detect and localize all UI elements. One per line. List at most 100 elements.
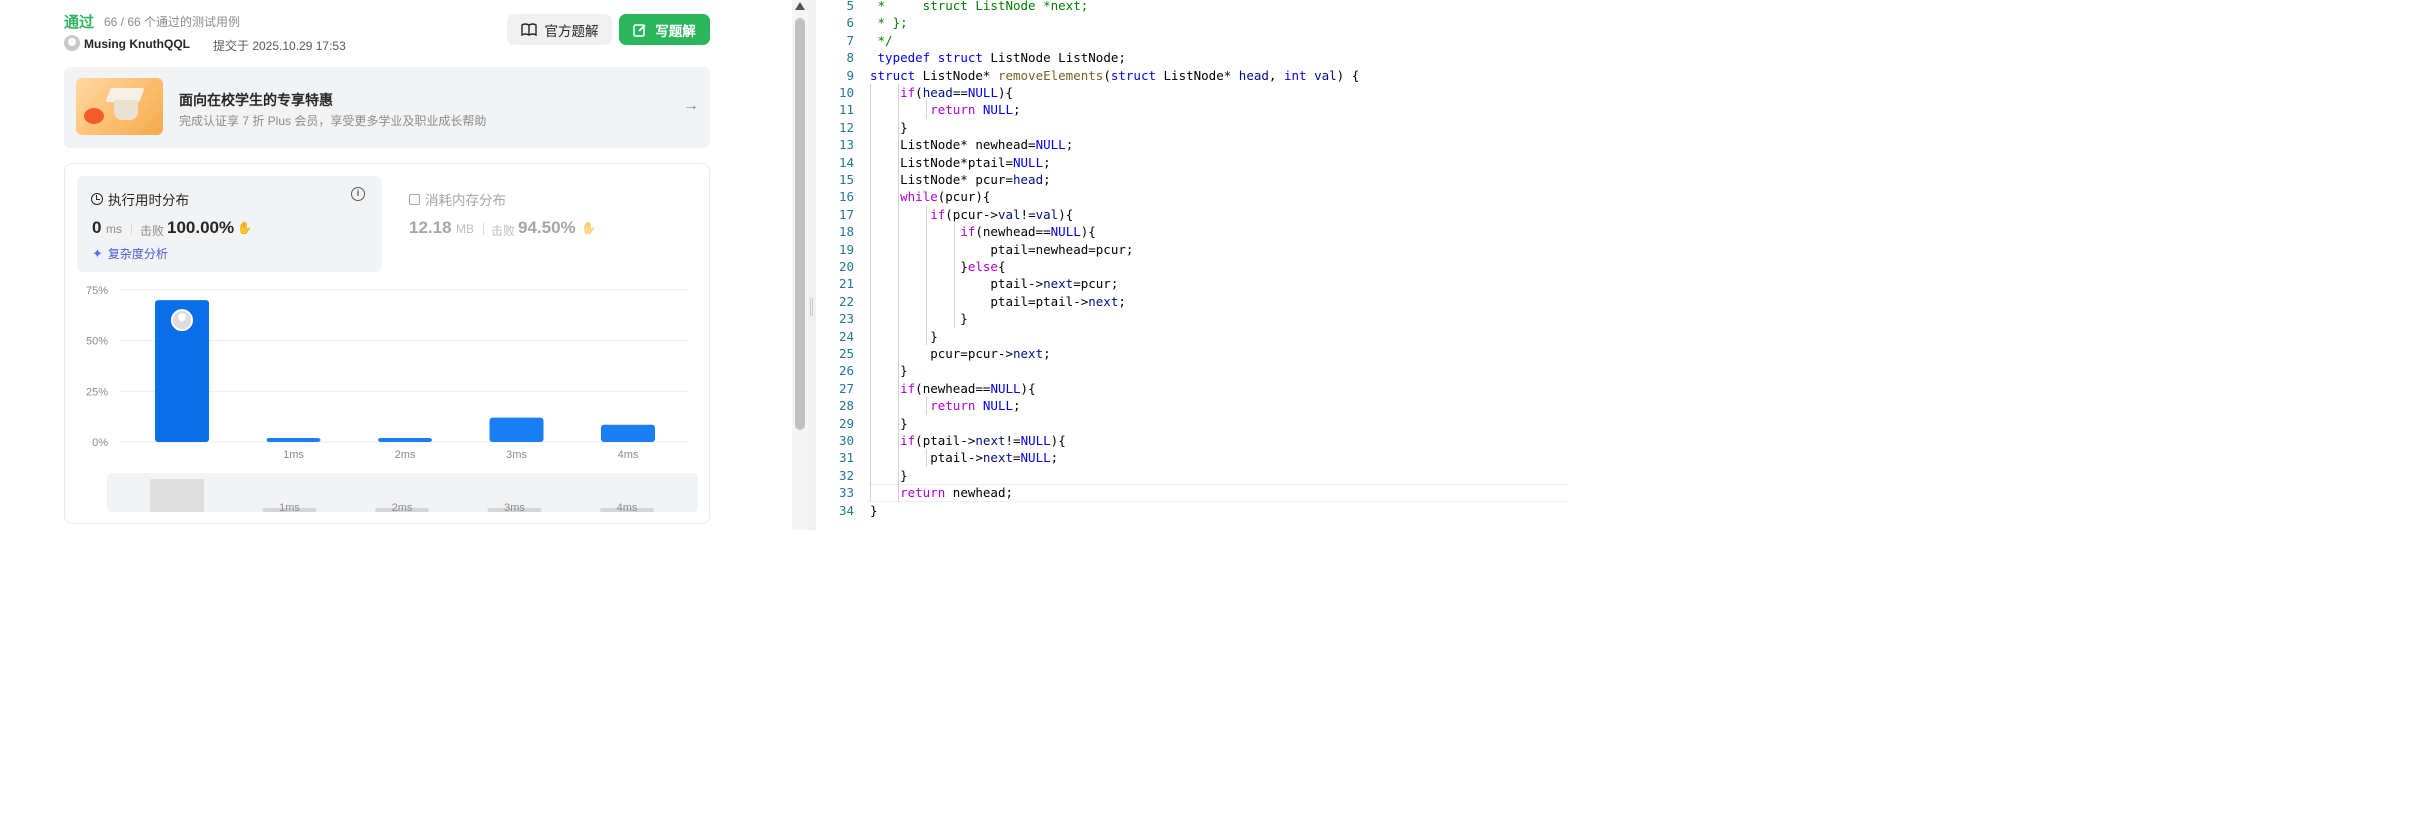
memory-tab[interactable]: 消耗内存分布 <box>409 189 506 209</box>
code-line[interactable]: 9 struct ListNode* removeElements(struct … <box>816 67 1568 84</box>
code-line[interactable]: 16 while(pcur){ <box>816 188 1568 205</box>
info-icon[interactable]: i <box>351 187 365 201</box>
line-number: 12 <box>838 119 854 135</box>
scroll-up-icon[interactable] <box>795 2 805 10</box>
code-line[interactable]: 34} <box>816 502 1568 519</box>
code-text: } <box>870 363 908 379</box>
code-line[interactable]: 17 if(pcur->val!=val){ <box>816 206 1568 223</box>
runtime-title-label: 执行用时分布 <box>108 193 189 208</box>
code-line[interactable]: 10 if(head==NULL){ <box>816 84 1568 101</box>
code-text: ListNode* newhead=NULL; <box>870 137 1074 153</box>
line-number: 17 <box>838 206 854 222</box>
code-line[interactable]: 20 }else{ <box>816 258 1568 275</box>
code-line[interactable]: 28 return NULL; <box>816 397 1568 414</box>
user-avatar-head <box>178 313 186 322</box>
chart-bar <box>489 417 544 442</box>
code-line[interactable]: 6 * }; <box>816 14 1568 31</box>
line-number: 27 <box>838 380 854 396</box>
line-number: 5 <box>846 0 854 13</box>
code-line[interactable]: 32 } <box>816 467 1568 484</box>
code-line[interactable]: 31 ptail->next=NULL; <box>816 449 1568 466</box>
clap-icon: ✋ <box>581 221 596 235</box>
official-solution-button[interactable]: 官方题解 <box>507 14 612 45</box>
complexity-analysis-link[interactable]: ✦ 复杂度分析 <box>92 245 168 262</box>
code-text: while(pcur){ <box>900 189 991 205</box>
line-number: 16 <box>838 189 854 205</box>
complexity-label: 复杂度分析 <box>107 247 168 261</box>
code-line[interactable]: 5 * struct ListNode *next; <box>816 0 1568 14</box>
indent-guide <box>926 101 928 119</box>
edit-icon <box>633 23 646 37</box>
divider <box>483 223 484 235</box>
clock-icon <box>91 193 103 205</box>
code-line[interactable]: 21 ptail->next=pcur; <box>816 275 1568 292</box>
line-number: 14 <box>838 154 854 170</box>
code-text: return newhead; <box>900 485 1013 501</box>
line-number: 10 <box>838 85 854 100</box>
promo-subtitle: 完成认证享 7 折 Plus 会员，享受更多学业及职业成长帮助 <box>179 114 487 128</box>
status-label: 通过 <box>64 14 95 31</box>
code-line[interactable]: 25 pcur=pcur->next; <box>816 345 1568 362</box>
code-line[interactable]: 22 ptail=ptail->next; <box>816 293 1568 310</box>
arrow-right-icon[interactable]: → <box>683 97 699 115</box>
runtime-beat-value: 100.00% <box>167 218 235 237</box>
chart-range-minimap[interactable]: 1ms 2ms 3ms 4ms <box>107 473 698 512</box>
clap-icon: ✋ <box>237 221 252 235</box>
code-line[interactable]: 26 } <box>816 362 1568 379</box>
code-line[interactable]: 27 if(newhead==NULL){ <box>816 380 1568 397</box>
drag-handle-icon[interactable] <box>810 298 813 316</box>
code-text: if(pcur->val!=val){ <box>930 206 1074 222</box>
line-number: 29 <box>838 415 854 431</box>
submission-time: 提交于 2025.10.29 17:53 <box>213 39 346 53</box>
scrollbar-thumb[interactable] <box>795 18 805 430</box>
memory-unit: MB <box>456 222 474 236</box>
write-solution-label: 写题解 <box>655 23 696 39</box>
code-line[interactable]: 11 return NULL; <box>816 101 1568 118</box>
code-line[interactable]: 23 } <box>816 310 1568 327</box>
runtime-unit: ms <box>106 222 122 236</box>
student-promo-banner[interactable]: 面向在校学生的专享特惠 完成认证享 7 折 Plus 会员，享受更多学业及职业成… <box>64 67 710 148</box>
x-tick-label: 4ms <box>618 449 639 461</box>
author-name[interactable]: Musing KnuthQQL <box>84 37 190 51</box>
line-number: 6 <box>846 15 854 31</box>
line-number: 20 <box>838 259 854 274</box>
code-line[interactable]: 33 return newhead; <box>816 484 1568 501</box>
code-editor[interactable]: 5 * struct ListNode *next; 6 * }; 7 */8 ty… <box>816 0 1568 530</box>
runtime-title[interactable]: 执行用时分布 <box>91 189 189 209</box>
code-text: if(newhead==NULL){ <box>900 380 1036 396</box>
code-text: return NULL; <box>930 102 1021 118</box>
panel-splitter[interactable] <box>808 0 816 530</box>
code-line[interactable]: 7 */ <box>816 32 1568 49</box>
line-number: 34 <box>838 502 854 518</box>
code-text: } <box>870 467 908 483</box>
code-text: if(ptail->next!=NULL){ <box>900 433 1066 448</box>
code-line[interactable]: 24 } <box>816 328 1568 345</box>
code-line[interactable]: 14 ListNode*ptail=NULL; <box>816 154 1568 171</box>
promo-title: 面向在校学生的专享特惠 <box>179 92 333 108</box>
y-tick-label: 0% <box>92 437 108 449</box>
divider <box>131 223 132 235</box>
line-number: 28 <box>838 398 854 414</box>
code-text: } <box>870 502 878 518</box>
code-text: if(head==NULL){ <box>900 85 1014 100</box>
code-line[interactable]: 12 } <box>816 119 1568 136</box>
write-solution-button[interactable]: 写题解 <box>619 14 710 45</box>
chart-bar <box>601 424 655 442</box>
code-line[interactable]: 30 if(ptail->next!=NULL){ <box>816 432 1568 449</box>
code-text: } <box>870 328 938 344</box>
code-text: */ <box>870 32 893 48</box>
chart-bar <box>266 437 321 442</box>
code-line[interactable]: 29 } <box>816 415 1568 432</box>
line-number: 7 <box>846 32 854 48</box>
code-line[interactable]: 13 ListNode* newhead=NULL; <box>816 136 1568 153</box>
code-line[interactable]: 8 typedef struct ListNode ListNode; <box>816 49 1568 66</box>
code-line[interactable]: 18 if(newhead==NULL){ <box>816 223 1568 240</box>
line-number: 30 <box>838 433 854 448</box>
memory-beat-label: 击败 <box>491 224 516 238</box>
code-line[interactable]: 19 ptail=newhead=pcur; <box>816 241 1568 258</box>
code-line[interactable]: 15 ListNode* pcur=head; <box>816 171 1568 188</box>
avatar[interactable] <box>64 35 80 51</box>
memory-value: 12.18 <box>409 218 452 237</box>
code-text: * }; <box>870 15 908 31</box>
runtime-value: 0 <box>92 218 102 237</box>
